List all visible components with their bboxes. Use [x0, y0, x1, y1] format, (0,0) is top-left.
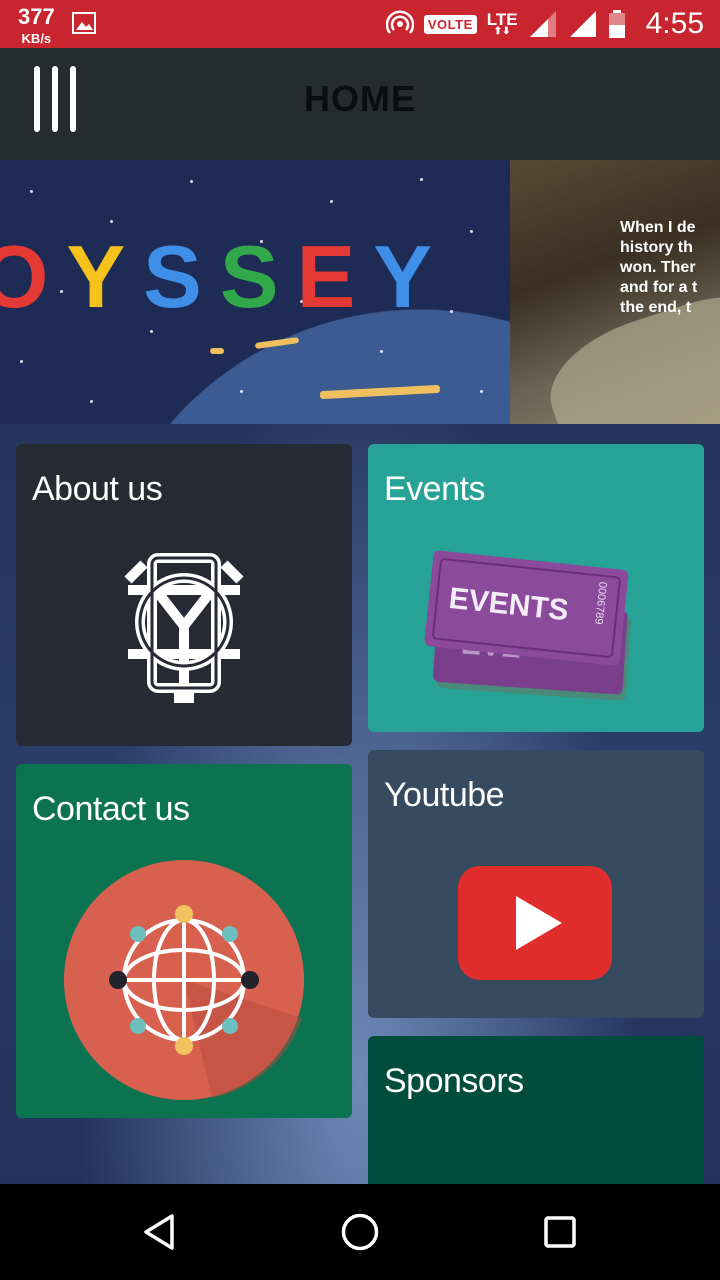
- odyssey-logo-text: OYSSEY: [0, 227, 450, 326]
- back-icon[interactable]: [138, 1210, 182, 1254]
- banner-bird-decoration: [254, 336, 300, 350]
- sponsors-tile[interactable]: Sponsors: [368, 1036, 704, 1184]
- contact-us-label: Contact us: [32, 790, 190, 828]
- home-icon[interactable]: [338, 1210, 382, 1254]
- net-speed-unit: KB/s: [21, 31, 52, 46]
- event-tickets-icon: EVE EVENTS 0006789: [424, 550, 632, 701]
- events-tile[interactable]: Events EVE EVENTS 0006789: [368, 444, 704, 732]
- battery-icon: [608, 10, 625, 38]
- page-title: HOME: [304, 78, 416, 119]
- app-bar: HOME: [0, 48, 720, 160]
- sponsors-label: Sponsors: [384, 1062, 524, 1100]
- banner-bird-decoration: [210, 348, 224, 354]
- odyssey-monogram-icon: [124, 553, 244, 703]
- status-bar: 377 KB/s VOLTE LTE ⬆⬇ 4:55: [0, 0, 720, 48]
- volte-badge: VOLTE: [423, 14, 477, 34]
- signal-icon-sim1: [529, 11, 556, 37]
- banner-quote-text: When I de history th won. Ther and for a…: [620, 219, 698, 316]
- system-nav-bar: [0, 1184, 720, 1280]
- lte-indicator: LTE ⬆⬇: [486, 9, 518, 38]
- banner-slide-odyssey[interactable]: OYSSEY: [0, 160, 510, 424]
- net-speed-indicator: 377 KB/s: [18, 4, 55, 46]
- youtube-tile[interactable]: Youtube: [368, 750, 704, 1018]
- signal-icon-sim2: [569, 11, 596, 37]
- youtube-play-icon: [458, 866, 612, 980]
- net-speed-value: 377: [18, 4, 55, 29]
- image-notification-icon: [72, 12, 96, 34]
- about-us-tile[interactable]: About us: [16, 444, 352, 746]
- about-us-label: About us: [32, 470, 163, 508]
- youtube-label: Youtube: [384, 776, 505, 814]
- globe-network-icon: [64, 860, 304, 1100]
- home-content[interactable]: OYSSEY When I de history th won. Ther an…: [0, 160, 720, 1184]
- banner-cloud-decoration: [319, 384, 441, 400]
- events-label: Events: [384, 470, 485, 508]
- contact-us-tile[interactable]: Contact us: [16, 764, 352, 1118]
- banner-slide-quote[interactable]: When I de history th won. Ther and for a…: [510, 160, 720, 424]
- recents-icon[interactable]: [538, 1210, 582, 1254]
- status-clock: 4:55: [645, 7, 704, 40]
- hotspot-icon: [385, 10, 414, 34]
